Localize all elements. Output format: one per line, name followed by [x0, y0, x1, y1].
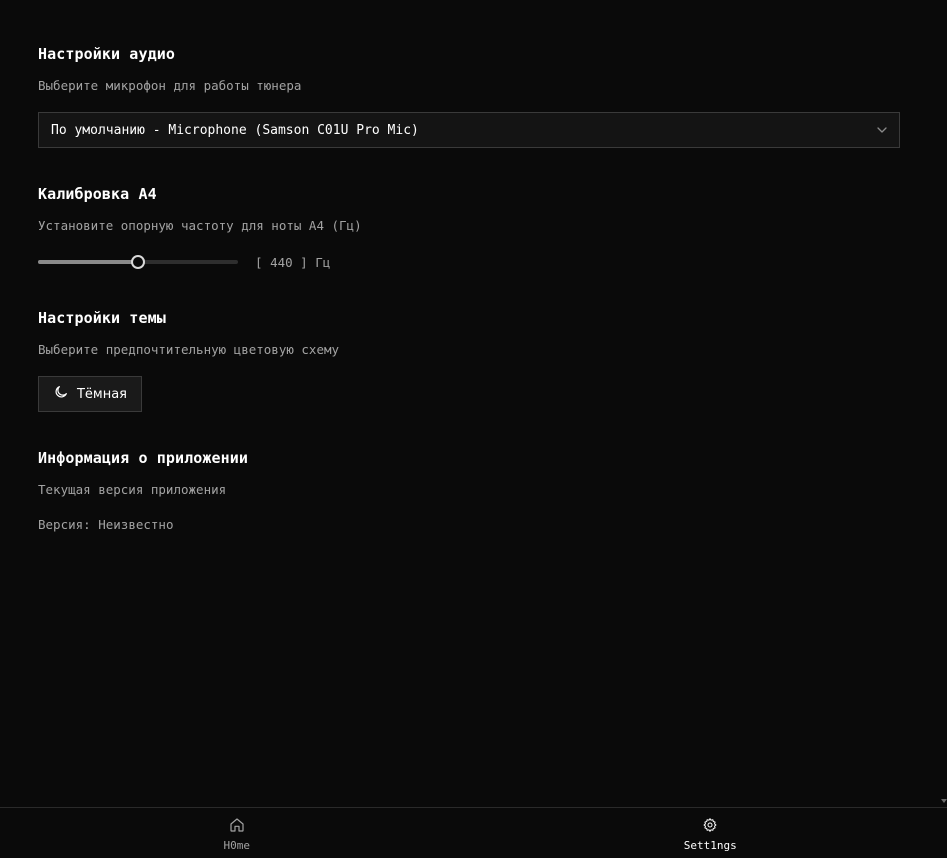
audio-settings-title: Настройки аудио: [38, 45, 175, 63]
theme-toggle-label: Тёмная: [76, 386, 128, 402]
audio-settings-description: Выберите микрофон для работы тюнера: [38, 78, 302, 93]
frequency-bracket-open: [: [255, 254, 271, 270]
version-label: Версия:: [38, 517, 91, 532]
frequency-slider-fill: [38, 260, 138, 264]
calibration-title: Калибровка A4: [38, 185, 157, 203]
theme-toggle-button[interactable]: Тёмная: [38, 376, 142, 412]
gear-icon: [702, 817, 718, 837]
settings-page: Настройки аудио Выберите микрофон для ра…: [0, 0, 947, 858]
theme-settings-description: Выберите предпочтительную цветовую схему: [38, 342, 340, 357]
home-icon: [229, 817, 245, 837]
chevron-down-icon: [865, 124, 899, 136]
nav-home-label: H0me: [223, 839, 251, 852]
nav-home[interactable]: H0me: [0, 808, 474, 858]
theme-settings-title: Настройки темы: [38, 309, 166, 327]
microphone-select[interactable]: По умолчанию - Microphone (Samson C01U P…: [38, 112, 900, 148]
nav-settings[interactable]: Sett1ngs: [474, 808, 947, 858]
frequency-readout: [ 440 ] Гц: [255, 255, 330, 270]
calibration-slider-row: [ 440 ] Гц: [38, 252, 330, 272]
bottom-navigation: H0me Sett1ngs: [0, 807, 947, 858]
frequency-slider[interactable]: [38, 255, 238, 269]
scroll-down-arrow-icon[interactable]: [941, 798, 947, 804]
frequency-value: 440: [270, 254, 293, 270]
moon-icon: [53, 384, 69, 404]
frequency-slider-thumb[interactable]: [131, 255, 145, 269]
frequency-bracket-close: ]: [292, 254, 308, 270]
microphone-select-value: По умолчанию - Microphone (Samson C01U P…: [51, 122, 419, 138]
version-row: Версия: Неизвестно: [38, 517, 173, 532]
app-info-description: Текущая версия приложения: [38, 482, 227, 497]
app-info-title: Информация о приложении: [38, 449, 249, 467]
nav-settings-label: Sett1ngs: [683, 839, 737, 852]
frequency-unit: Гц: [307, 254, 331, 270]
version-value: Неизвестно: [98, 517, 174, 532]
calibration-description: Установите опорную частоту для ноты A4 (…: [38, 218, 362, 233]
